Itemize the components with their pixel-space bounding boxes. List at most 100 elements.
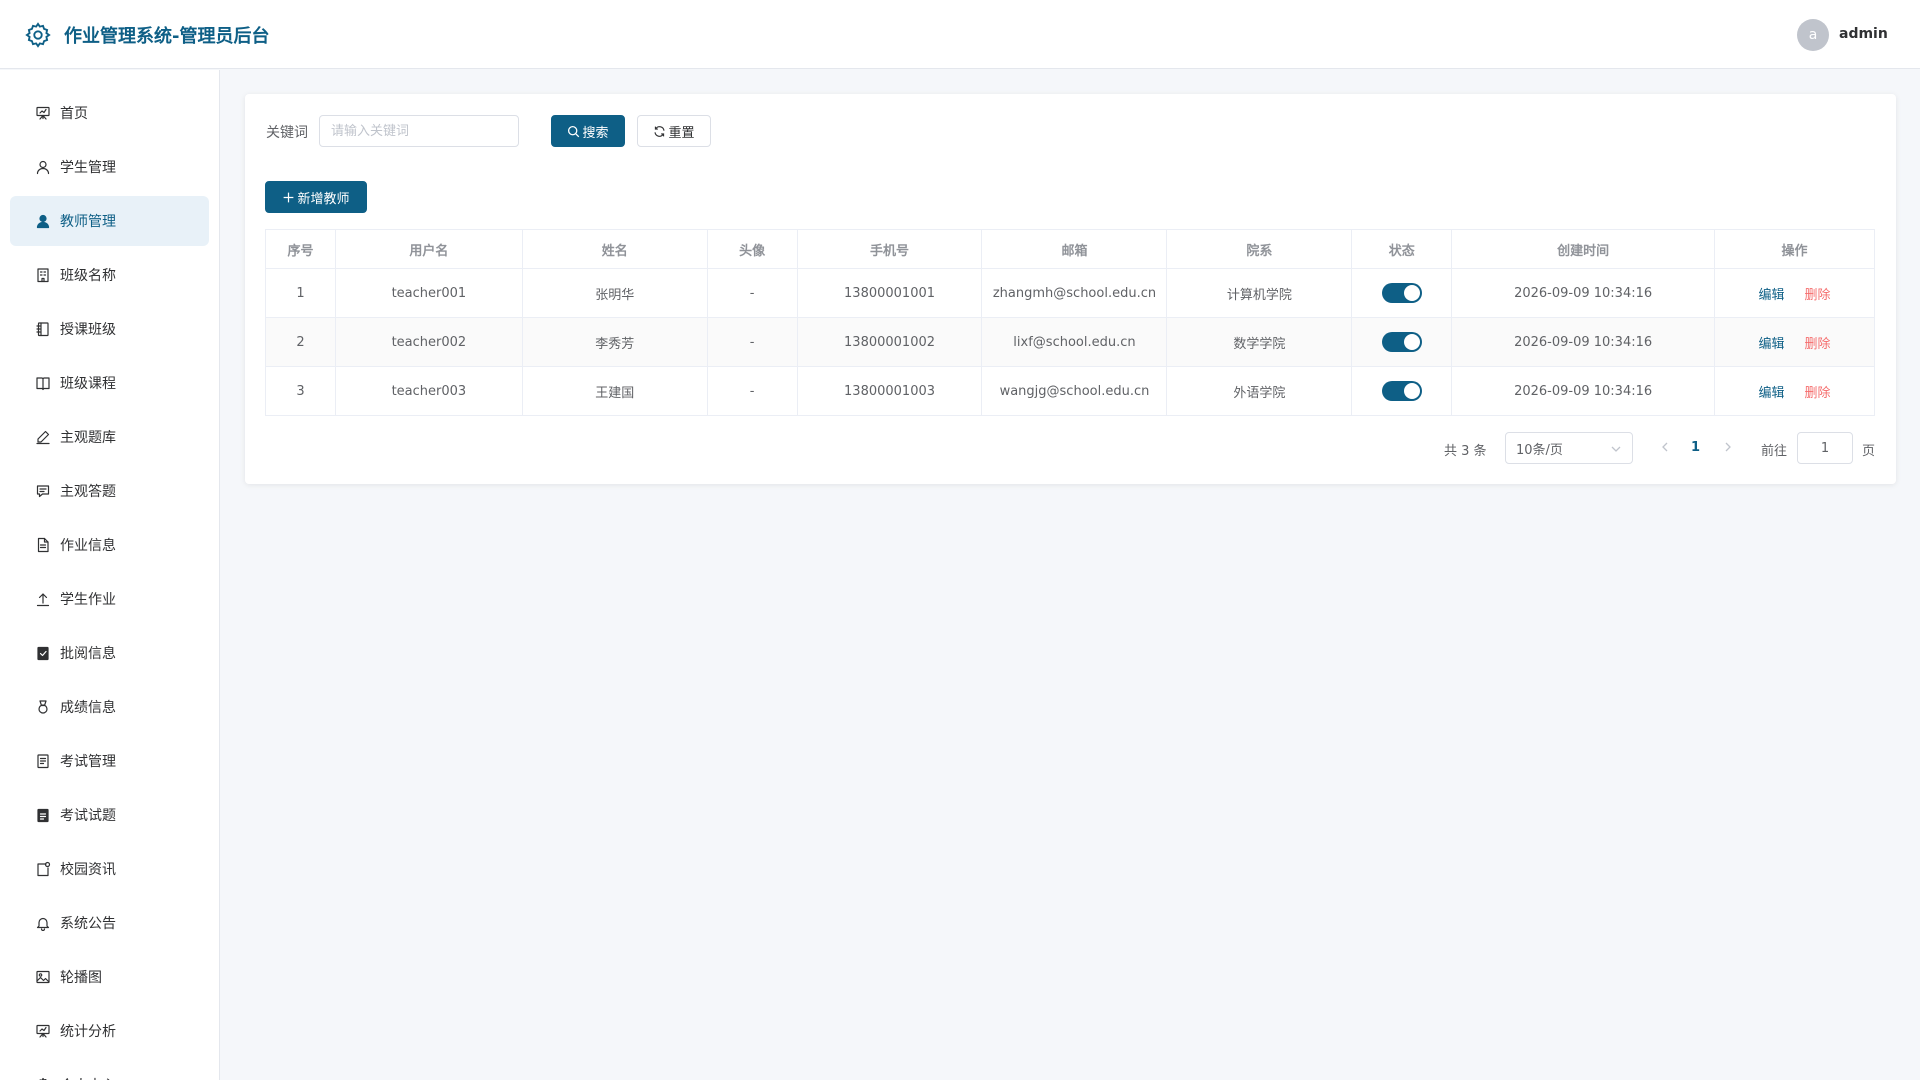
sidebar-item-label: 班级名称 (60, 268, 116, 284)
delete-button[interactable]: 删除 (1805, 386, 1831, 401)
goto-page-input[interactable] (1797, 432, 1853, 464)
sidebar-item-18[interactable]: 个人中心 (10, 1060, 209, 1080)
reset-button-label: 重置 (668, 125, 695, 141)
sidebar: 首页学生管理教师管理班级名称授课班级班级课程主观题库主观答题作业信息学生作业批阅… (0, 70, 220, 1080)
table-header-row: 序号 用户名 姓名 头像 手机号 邮箱 院系 状态 创建时间 操作 (265, 229, 1875, 269)
settings-icon (34, 1076, 52, 1080)
column-header: 院系 (1166, 229, 1353, 269)
cell-index: 2 (265, 317, 336, 367)
table-row: 1 teacher001 张明华 -13800001001 zhangmh@school… (265, 268, 1875, 318)
sidebar-item-10[interactable]: 批阅信息 (10, 628, 209, 678)
column-header: 头像 (706, 229, 798, 269)
column-header: 手机号 (796, 229, 983, 269)
sidebar-item-1[interactable]: 学生管理 (10, 142, 209, 192)
cell-username: teacher001 (334, 268, 523, 318)
keyword-input[interactable] (319, 115, 519, 147)
cell-status (1351, 317, 1453, 367)
cell-avatar: - (706, 366, 798, 416)
add-teacher-button[interactable]: 新增教师 (265, 181, 367, 213)
sidebar-item-11[interactable]: 成绩信息 (10, 682, 209, 732)
sidebar-item-4[interactable]: 授课班级 (10, 304, 209, 354)
cell-phone: 13800001003 (796, 366, 983, 416)
cell-index: 3 (265, 366, 336, 416)
sidebar-item-13[interactable]: 考试试题 (10, 790, 209, 840)
delete-button[interactable]: 删除 (1805, 337, 1831, 352)
sidebar-item-6[interactable]: 主观题库 (10, 412, 209, 462)
column-header: 序号 (265, 229, 336, 269)
status-toggle[interactable] (1381, 283, 1422, 303)
sidebar-item-label: 学生管理 (60, 160, 116, 176)
keyword-label: 关键词 (266, 125, 308, 141)
cell-email: wangjg@school.edu.cn (981, 366, 1168, 416)
edit-button[interactable]: 编辑 (1759, 386, 1785, 401)
next-page-icon[interactable] (1721, 440, 1735, 454)
user-name[interactable]: admin (1839, 26, 1888, 42)
sidebar-item-8[interactable]: 作业信息 (10, 520, 209, 570)
notebook-icon (34, 320, 52, 338)
sidebar-item-14[interactable]: 校园资讯 (10, 844, 209, 894)
sidebar-item-9[interactable]: 学生作业 (10, 574, 209, 624)
goto-label: 前往 (1761, 444, 1788, 459)
sidebar-item-0[interactable]: 首页 (10, 88, 209, 138)
sidebar-item-3[interactable]: 班级名称 (10, 250, 209, 300)
column-header: 邮箱 (981, 229, 1168, 269)
sidebar-item-label: 考试管理 (60, 754, 116, 770)
data-board-icon (34, 1022, 52, 1040)
cell-created: 2026-09-09 10:34:16 (1451, 268, 1716, 318)
user-filled-icon (34, 212, 52, 230)
sidebar-item-12[interactable]: 考试管理 (10, 736, 209, 786)
sidebar-item-16[interactable]: 轮播图 (10, 952, 209, 1002)
cell-created: 2026-09-09 10:34:16 (1451, 317, 1716, 367)
cell-phone: 13800001001 (796, 268, 983, 318)
page-number-current[interactable]: 1 (1691, 440, 1700, 455)
column-header: 操作 (1714, 229, 1875, 269)
sidebar-item-label: 学生作业 (60, 592, 116, 608)
gear-icon (25, 22, 51, 48)
sidebar-item-15[interactable]: 系统公告 (10, 898, 209, 948)
cell-index: 1 (265, 268, 336, 318)
sidebar-item-17[interactable]: 统计分析 (10, 1006, 209, 1056)
sidebar-item-5[interactable]: 班级课程 (10, 358, 209, 408)
page-size-select[interactable]: 10条/页 (1505, 432, 1633, 464)
tickets-icon (34, 752, 52, 770)
app-title: 作业管理系统-管理员后台 (64, 26, 270, 47)
cell-name: 李秀芳 (521, 317, 708, 367)
sidebar-item-label: 教师管理 (60, 214, 116, 230)
cell-actions: 编辑 删除 (1714, 268, 1875, 318)
page-suffix: 页 (1862, 444, 1876, 459)
sidebar-item-label: 考试试题 (60, 808, 116, 824)
cell-email: lixf@school.edu.cn (981, 317, 1168, 367)
cell-username: teacher003 (334, 366, 523, 416)
search-button[interactable]: 搜索 (551, 115, 625, 147)
cell-avatar: - (706, 268, 798, 318)
prev-page-icon[interactable] (1658, 440, 1672, 454)
medal-icon (34, 698, 52, 716)
cell-status (1351, 268, 1453, 318)
sidebar-item-label: 作业信息 (60, 538, 116, 554)
table-row: 3 teacher003 王建国 -13800001003 wangjg@school.… (265, 366, 1875, 416)
sidebar-item-2[interactable]: 教师管理 (10, 196, 209, 246)
upload-icon (34, 590, 52, 608)
cell-actions: 编辑 删除 (1714, 366, 1875, 416)
sidebar-item-label: 个人中心 (60, 1075, 116, 1080)
cell-status (1351, 366, 1453, 416)
reset-button[interactable]: 重置 (637, 115, 711, 147)
delete-button[interactable]: 删除 (1805, 288, 1831, 303)
sidebar-item-label: 校园资讯 (60, 862, 116, 878)
status-toggle[interactable] (1381, 332, 1422, 352)
cell-name: 王建国 (521, 366, 708, 416)
pen-icon (34, 428, 52, 446)
cell-email: zhangmh@school.edu.cn (981, 268, 1168, 318)
edit-button[interactable]: 编辑 (1759, 337, 1785, 352)
sidebar-item-label: 统计分析 (60, 1024, 116, 1040)
sidebar-item-label: 主观题库 (60, 430, 116, 446)
sidebar-item-7[interactable]: 主观答题 (10, 466, 209, 516)
sidebar-item-label: 班级课程 (60, 376, 116, 392)
edit-button[interactable]: 编辑 (1759, 288, 1785, 303)
cell-username: teacher002 (334, 317, 523, 367)
avatar[interactable]: a (1797, 19, 1829, 51)
plus-icon (284, 192, 294, 202)
cell-actions: 编辑 删除 (1714, 317, 1875, 367)
column-header: 用户名 (334, 229, 523, 269)
status-toggle[interactable] (1381, 381, 1422, 401)
